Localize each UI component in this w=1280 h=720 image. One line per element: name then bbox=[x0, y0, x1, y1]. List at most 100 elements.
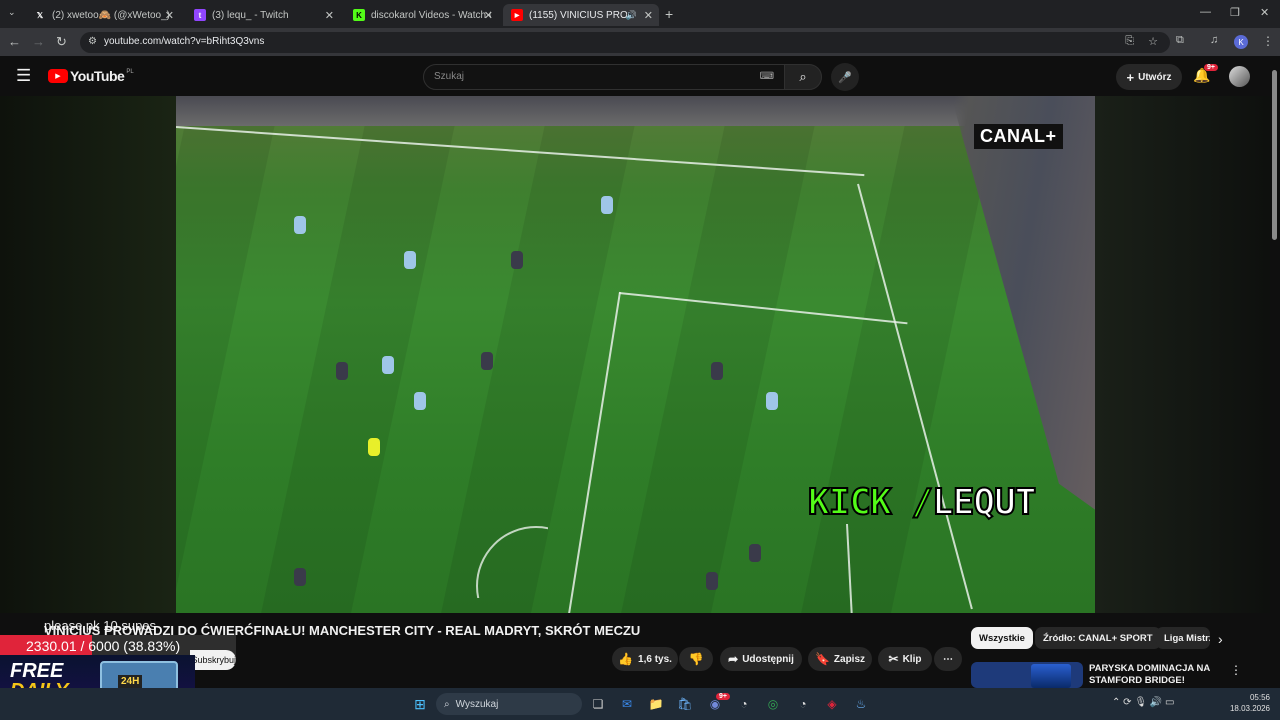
chip-label: Liga Mistrz bbox=[1164, 632, 1210, 644]
thumbs-up-icon: 👍 bbox=[618, 652, 634, 666]
restore-icon[interactable]: ❐ bbox=[1230, 6, 1240, 19]
search-icon: ⌕ bbox=[799, 69, 807, 84]
bookmark-icon: 🔖 bbox=[814, 652, 830, 666]
chevron-right-icon[interactable]: › bbox=[1218, 631, 1223, 647]
forward-arrow-icon[interactable]: → bbox=[32, 34, 45, 49]
youtube-logo[interactable]: ▶ YouTube PL bbox=[48, 68, 134, 84]
window-close-icon[interactable]: ✕ bbox=[1260, 6, 1269, 19]
scissors-icon: ✂ bbox=[888, 652, 899, 666]
page-scrollbar[interactable] bbox=[1270, 56, 1280, 688]
dislike-button[interactable]: 👎 bbox=[679, 647, 713, 671]
url-text: youtube.com/watch?v=bRiht3Q3vns bbox=[104, 36, 265, 47]
goalkeeper bbox=[368, 438, 380, 456]
close-icon[interactable]: ✕ bbox=[325, 9, 334, 22]
chrome-icon[interactable]: ◎ bbox=[763, 694, 783, 714]
player-city bbox=[601, 196, 613, 214]
subscribe-button[interactable]: Subskrybuj bbox=[190, 650, 236, 670]
task-view-icon[interactable]: ❏ bbox=[588, 694, 608, 714]
clip-button[interactable]: ✂ Klip bbox=[878, 647, 932, 671]
stream-tag-platform: KICK / bbox=[807, 481, 934, 524]
extensions-icon[interactable]: ⧉ bbox=[1176, 34, 1184, 47]
search-box[interactable]: Szukaj ⌨ bbox=[423, 64, 785, 90]
kick-icon: K bbox=[353, 9, 365, 21]
tab-search-chevron-icon[interactable]: ⌄ bbox=[8, 7, 16, 18]
create-label: Utwórz bbox=[1138, 71, 1172, 83]
subscribe-label: Subskrybuj bbox=[194, 655, 236, 665]
app-icon[interactable]: ◔ bbox=[734, 694, 754, 714]
share-button[interactable]: ➦ Udostępnij bbox=[720, 647, 802, 671]
recommended-thumbnail[interactable] bbox=[971, 662, 1083, 688]
search-button[interactable]: ⌕ bbox=[784, 64, 822, 90]
tab-twitch[interactable]: t (3) lequ_ - Twitch ✕ bbox=[186, 4, 340, 26]
brave-icon[interactable]: ◈ bbox=[822, 694, 842, 714]
player-city bbox=[294, 216, 306, 234]
sub-goal-label: please pk 10 supes bbox=[44, 618, 157, 633]
avatar[interactable] bbox=[1229, 66, 1250, 87]
tab-kick[interactable]: K discokarol Videos - Watch On- ✕ bbox=[345, 4, 499, 26]
tab-youtube[interactable]: ▶ (1155) VINICIUS PROWADZ 🔊 ✕ bbox=[503, 4, 659, 26]
new-tab-plus-icon[interactable]: + bbox=[665, 6, 673, 22]
app-icon[interactable]: ◔ bbox=[793, 694, 813, 714]
windows-taskbar: ⊞ ⌕ Wyszukaj ❏ ✉ 📁 🛍 ◉ 9+ ◔ ◎ ◔ ◈ ♨ ⌃ ⟳ … bbox=[0, 688, 1280, 720]
steam-icon[interactable]: ♨ bbox=[851, 694, 871, 714]
omnibox[interactable]: ⚙ youtube.com/watch?v=bRiht3Q3vns ⎘ ☆ bbox=[80, 32, 1170, 53]
voice-search-button[interactable]: 🎤 bbox=[831, 63, 859, 91]
chip-champions-league[interactable]: Liga Mistrz bbox=[1156, 627, 1210, 649]
chip-all[interactable]: Wszystkie bbox=[971, 627, 1033, 649]
store-icon[interactable]: 🛍 bbox=[675, 694, 695, 714]
ambient-right bbox=[1095, 96, 1270, 613]
chip-label: Źródło: CANAL+ SPORT bbox=[1043, 632, 1153, 644]
clock-date: 18.03.2026 bbox=[1229, 704, 1270, 713]
close-icon[interactable]: ✕ bbox=[484, 9, 493, 22]
tab-title: (2) xwetoo🙈 (@xWetoo_) / X bbox=[52, 9, 172, 21]
file-explorer-icon[interactable]: 📁 bbox=[646, 694, 666, 714]
search-input[interactable]: Szukaj bbox=[434, 71, 464, 82]
player-city bbox=[404, 251, 416, 269]
chip-source[interactable]: Źródło: CANAL+ SPORT bbox=[1035, 627, 1161, 649]
create-button[interactable]: + Utwórz bbox=[1116, 64, 1182, 90]
more-icon: ⋯ bbox=[943, 653, 953, 665]
youtube-header: ☰ ▶ YouTube PL Szukaj ⌨ ⌕ 🎤 + Utwórz 🔔 9… bbox=[0, 56, 1270, 96]
minimize-icon[interactable]: — bbox=[1200, 6, 1211, 18]
video-info-area: VINICIUS PROWADZI DO ĆWIERĆFINAŁU! MANCH… bbox=[0, 613, 1270, 720]
media-control-icon[interactable]: ♫ bbox=[1210, 34, 1218, 46]
x-icon: 𝕏 bbox=[36, 10, 44, 20]
player-city bbox=[414, 392, 426, 410]
like-button[interactable]: 👍 1,6 tys. bbox=[612, 647, 678, 671]
chest-label: 24H bbox=[118, 675, 143, 688]
speaker-icon[interactable]: 🔊 bbox=[626, 10, 637, 21]
more-actions-button[interactable]: ⋯ bbox=[934, 647, 962, 671]
windows-start-icon[interactable]: ⊞ bbox=[410, 694, 430, 714]
close-icon[interactable]: ✕ bbox=[165, 9, 174, 22]
tab-x[interactable]: 𝕏 (2) xwetoo🙈 (@xWetoo_) / X ✕ bbox=[26, 4, 180, 26]
hamburger-menu-icon[interactable]: ☰ bbox=[16, 66, 31, 86]
reload-icon[interactable]: ↻ bbox=[56, 34, 67, 50]
close-icon[interactable]: ✕ bbox=[644, 9, 653, 22]
back-arrow-icon[interactable]: ← bbox=[8, 34, 21, 49]
kebab-menu-icon[interactable]: ⋮ bbox=[1262, 34, 1274, 48]
video-frame[interactable]: CANAL+ KICK /LEQUT bbox=[176, 96, 1095, 613]
site-info-icon[interactable]: ⚙ bbox=[88, 36, 97, 47]
video-player[interactable]: CANAL+ KICK /LEQUT CANAL+ bbox=[0, 96, 1270, 692]
search-icon: ⌕ bbox=[444, 698, 450, 710]
keyboard-icon[interactable]: ⌨ bbox=[760, 71, 774, 82]
stream-tag-channel: LEQUT bbox=[931, 481, 1037, 524]
broadcaster-logo: CANAL+ bbox=[974, 124, 1063, 149]
clock[interactable]: 05:56 18.03.2026 bbox=[1230, 692, 1270, 714]
stream-tag-overlay: KICK /LEQUT bbox=[807, 481, 1037, 524]
player-madrid bbox=[711, 362, 723, 380]
tray-icons[interactable]: ⌃ ⟳ 🎙 🔊 ▭ bbox=[1112, 697, 1174, 708]
chip-label: Wszystkie bbox=[979, 632, 1025, 644]
save-button[interactable]: 🔖 Zapisz bbox=[808, 647, 872, 671]
taskbar-search[interactable]: ⌕ Wyszukaj bbox=[436, 693, 582, 715]
bookmark-star-icon[interactable]: ☆ bbox=[1148, 35, 1158, 48]
pitch-stripe bbox=[176, 96, 281, 613]
profile-avatar[interactable]: K bbox=[1234, 35, 1248, 49]
share-icon: ➦ bbox=[728, 652, 739, 666]
youtube-icon: ▶ bbox=[511, 9, 523, 21]
outlook-icon[interactable]: ✉ bbox=[617, 694, 637, 714]
player-madrid bbox=[481, 352, 493, 370]
install-app-icon[interactable]: ⎘ bbox=[1125, 35, 1134, 48]
scrollbar-thumb[interactable] bbox=[1272, 70, 1277, 240]
recommended-menu-icon[interactable]: ⋮ bbox=[1230, 663, 1242, 677]
